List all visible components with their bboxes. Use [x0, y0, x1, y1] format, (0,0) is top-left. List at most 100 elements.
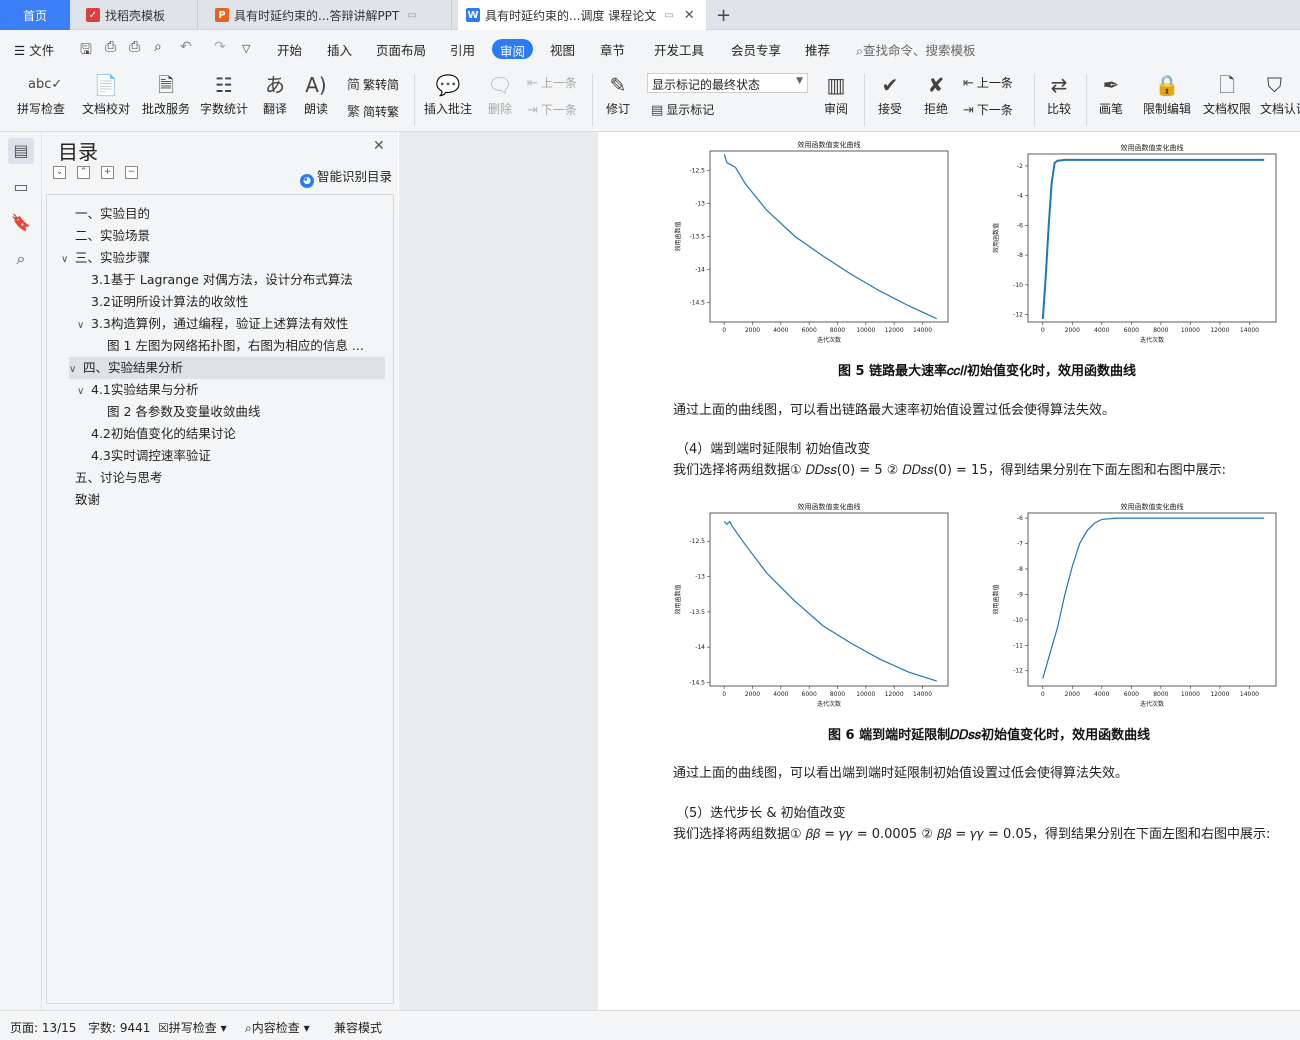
- reject-button[interactable]: ✘ 拒绝: [918, 68, 954, 132]
- chevron-down-icon[interactable]: ∨: [69, 359, 83, 379]
- menu-view[interactable]: 视图: [550, 40, 575, 59]
- doc-permission-button[interactable]: 🗋 文档权限: [1200, 68, 1254, 132]
- insert-comment-button[interactable]: 💬 插入批注: [422, 68, 474, 132]
- status-content-check[interactable]: ⌕内容检查 ▾: [245, 1019, 310, 1036]
- tab-doc[interactable]: W 具有时延约束的...调度 课程论文 ▭ ✕: [458, 0, 706, 30]
- series-line: [1041, 158, 1265, 320]
- prev-change-button[interactable]: ⇤ 上一条: [963, 74, 1013, 91]
- simp-to-trad-button[interactable]: 繁简转繁: [347, 101, 399, 120]
- next-comment-button[interactable]: ⇥ 下一条: [527, 101, 577, 118]
- toc-item[interactable]: ∨ 三、实验步骤: [47, 247, 387, 269]
- toc-item[interactable]: ∨ 四、实验结果分析: [69, 357, 385, 379]
- file-menu[interactable]: ☰ 文件: [14, 40, 54, 59]
- pen-button[interactable]: ✒ 画笔: [1094, 68, 1128, 132]
- word-count-button[interactable]: ☷ 字数统计: [198, 68, 250, 132]
- y-tick-label: -8: [1017, 566, 1023, 573]
- tab-doc-label: 具有时延约束的...调度 课程论文: [485, 8, 657, 23]
- menu-insert[interactable]: 插入: [327, 40, 352, 59]
- page-indicator[interactable]: 页面: 13/15: [10, 1019, 76, 1036]
- quick-access-dropdown-icon[interactable]: ▽: [242, 42, 250, 55]
- toc-nav-icon[interactable]: ▤: [8, 138, 34, 164]
- toc-item[interactable]: ∨ 4.1实验结果与分析: [47, 379, 387, 401]
- search-icon[interactable]: ⌕: [8, 246, 34, 272]
- review-pane-button[interactable]: ▥ 审阅: [818, 68, 854, 132]
- toc-item[interactable]: 五、讨论与思考: [47, 467, 387, 489]
- print-icon[interactable]: ⎙: [129, 39, 140, 55]
- x-tick-label: 12000: [1210, 691, 1229, 698]
- tab-template[interactable]: ✓ 找稻壳模板: [76, 0, 198, 30]
- series-line: [1042, 517, 1265, 679]
- add-heading-icon[interactable]: +: [101, 166, 114, 179]
- new-tab-plus-icon[interactable]: +: [716, 5, 731, 26]
- toc-item[interactable]: 3.2证明所设计算法的收敛性: [47, 291, 387, 313]
- toc-item[interactable]: 4.3实时调控速率验证: [47, 445, 387, 467]
- paragraph: 我们选择将两组数据① 𝛽𝛽 = 𝛾𝛾 = 0.0005 ② 𝛽𝛽 = 𝛾𝛾 = …: [673, 827, 1271, 842]
- doc-auth-button[interactable]: ⛉ 文档认证: [1260, 68, 1300, 132]
- export-pdf-icon[interactable]: ⎙: [105, 39, 116, 55]
- save-icon[interactable]: 🖫: [80, 39, 92, 63]
- menu-start[interactable]: 开始: [277, 40, 302, 59]
- close-icon[interactable]: ✕: [684, 8, 695, 23]
- next-change-button[interactable]: ⇥ 下一条: [963, 101, 1013, 118]
- wps-writer-window: 首页 ✓ 找稻壳模板 P 具有时延约束的...答辩讲解PPT ▭ W 具有时延约…: [0, 0, 1300, 1040]
- batch-service-button[interactable]: 🗎 批改服务: [140, 68, 192, 132]
- command-search[interactable]: ⌕查找命令、搜索模板: [856, 40, 976, 59]
- ribbon-separator: [592, 74, 593, 126]
- track-changes-button[interactable]: ✎ 修订: [600, 68, 636, 132]
- collapse-all-icon[interactable]: ⌃: [77, 166, 90, 179]
- redo-icon[interactable]: ↷: [214, 39, 226, 55]
- tab-home[interactable]: 首页: [0, 0, 70, 30]
- chapter-nav-icon[interactable]: ▭: [8, 174, 34, 200]
- toc-item[interactable]: 图 2 各参数及变量收敛曲线: [47, 401, 387, 423]
- compare-button[interactable]: ⇄ 比较: [1040, 68, 1078, 132]
- chevron-down-icon[interactable]: ∨: [77, 381, 91, 401]
- menu-reference[interactable]: 引用: [450, 40, 475, 59]
- status-spell-check[interactable]: ☒拼写检查 ▾: [158, 1019, 227, 1036]
- menu-layout[interactable]: 页面布局: [376, 40, 426, 59]
- tab-ppt-label: 具有时延约束的...答辩讲解PPT: [234, 8, 400, 23]
- chevron-down-icon[interactable]: ∨: [77, 315, 91, 335]
- y-axis-label: 效用函数值: [674, 221, 682, 251]
- remove-heading-icon[interactable]: −: [125, 166, 138, 179]
- tab-ppt[interactable]: P 具有时延约束的...答辩讲解PPT ▭: [205, 0, 452, 30]
- markup-state-select[interactable]: 显示标记的最终状态 ▼: [647, 73, 808, 93]
- expand-all-icon[interactable]: ⌄: [53, 166, 66, 179]
- menu-chapter[interactable]: 章节: [600, 40, 625, 59]
- navigation-rail: ▤ ▭ 🔖 ⌕: [0, 132, 42, 1010]
- chevron-down-icon[interactable]: ∨: [61, 249, 75, 269]
- bookmark-icon[interactable]: 🔖: [8, 210, 34, 236]
- x-tick-label: 14000: [913, 327, 932, 334]
- toc-item[interactable]: 图 1 左图为网络拓扑图，右图为相应的信息 ...: [47, 335, 387, 357]
- show-markup-icon: ▤: [651, 103, 664, 118]
- trad-to-simp-button[interactable]: 简繁转简: [347, 74, 399, 93]
- prev-comment-button[interactable]: ⇤ 上一条: [527, 74, 577, 91]
- read-aloud-button[interactable]: A) 朗读: [300, 68, 332, 132]
- doc-proof-button[interactable]: 📄 文档校对: [80, 68, 132, 132]
- delete-comment-button[interactable]: 🗨 删除: [482, 68, 518, 132]
- menu-dev-tools[interactable]: 开发工具: [654, 40, 704, 59]
- toc-item[interactable]: 致谢: [47, 489, 387, 511]
- toc-item[interactable]: 4.2初始值变化的结果讨论: [47, 423, 387, 445]
- status-bar: 页面: 13/15 字数: 9441 ☒拼写检查 ▾ ⌕内容检查 ▾ 兼容模式: [0, 1010, 1300, 1040]
- word-count[interactable]: 字数: 9441: [88, 1019, 150, 1036]
- toc-item[interactable]: 一、实验目的: [47, 203, 387, 225]
- toc-item-label: 3.2证明所设计算法的收敛性: [91, 294, 249, 309]
- undo-icon[interactable]: ↶: [180, 39, 192, 55]
- spell-check-button[interactable]: abc✓ 拼写检查: [12, 68, 70, 132]
- toc-item[interactable]: 3.1基于 Lagrange 对偶方法，设计分布式算法: [47, 269, 387, 291]
- menu-review[interactable]: 审阅: [492, 39, 534, 59]
- translate-button[interactable]: あ翻译: [256, 68, 294, 132]
- show-markup-button[interactable]: ▤ 显示标记: [651, 101, 714, 118]
- toc-item[interactable]: ∨ 3.3构造算例，通过编程，验证上述算法有效性: [47, 313, 387, 335]
- close-icon[interactable]: ✕: [373, 138, 385, 154]
- smart-toc-button[interactable]: ◕ 智能识别目录: [300, 166, 392, 188]
- y-tick-label: -12: [1013, 668, 1023, 675]
- menu-recommend[interactable]: 推荐: [805, 40, 830, 59]
- menu-member[interactable]: 会员专享: [731, 40, 781, 59]
- y-tick-label: -10: [1013, 617, 1023, 624]
- print-preview-icon[interactable]: ⌕: [154, 39, 162, 55]
- accept-button[interactable]: ✔ 接受: [872, 68, 908, 132]
- toc-item[interactable]: 二、实验场景: [47, 225, 387, 247]
- restrict-edit-button[interactable]: 🔒 限制编辑: [1140, 68, 1194, 132]
- prev-change-icon: ⇤: [963, 76, 974, 91]
